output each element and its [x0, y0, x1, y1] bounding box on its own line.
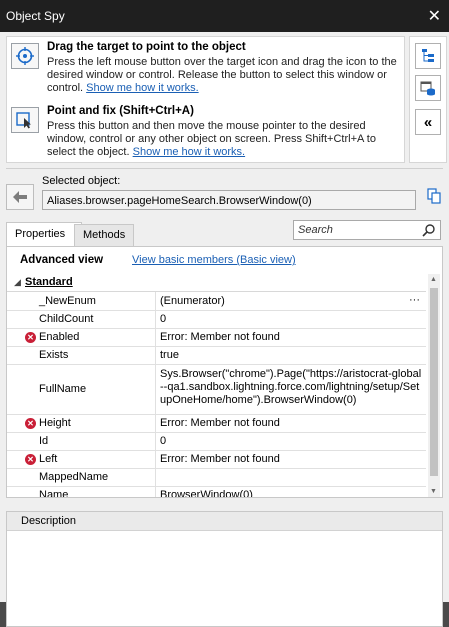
title-bar: Object Spy ✕	[0, 0, 449, 32]
category-standard[interactable]: ◢ Standard	[7, 274, 426, 292]
property-name: Enabled	[39, 331, 80, 343]
object-browser-icon	[420, 81, 435, 96]
property-value[interactable]: 0	[160, 435, 422, 448]
property-row[interactable]: ✕ Left Error: Member not found	[7, 450, 426, 469]
drag-show-me-link[interactable]: Show me how it works.	[86, 82, 198, 94]
properties-grid: Advanced view View basic members (Basic …	[6, 246, 443, 498]
property-name: Left	[39, 453, 58, 465]
right-toolbar: «	[409, 36, 447, 163]
point-and-fix-button[interactable]	[11, 107, 39, 133]
grid-header: Advanced view View basic members (Basic …	[7, 247, 442, 271]
property-name: Id	[39, 435, 49, 447]
selection-options: Drag the target to point to the object P…	[6, 36, 405, 163]
property-name: Height	[39, 417, 71, 429]
search-placeholder: Search	[298, 224, 333, 236]
property-name: ChildCount	[39, 313, 94, 325]
property-row[interactable]: ✕ Height Error: Member not found	[7, 414, 426, 433]
selected-object-label: Selected object:	[42, 175, 121, 187]
property-value[interactable]: 0	[160, 313, 422, 326]
property-value[interactable]: true	[160, 349, 422, 362]
object-spy-panel: Drag the target to point to the object P…	[0, 32, 449, 627]
column-divider	[155, 310, 156, 328]
property-row[interactable]: Exists true	[7, 346, 426, 365]
object-tree-icon	[422, 49, 434, 62]
property-row[interactable]: MappedName	[7, 468, 426, 487]
grid-scrollbar[interactable]: ▲ ▼	[428, 274, 440, 497]
property-value[interactable]: Error: Member not found	[160, 417, 422, 430]
property-name: FullName	[39, 383, 87, 395]
column-divider	[155, 468, 156, 486]
scroll-up-icon[interactable]: ▲	[430, 276, 437, 283]
description-title: Description	[21, 515, 77, 527]
divider	[6, 168, 443, 169]
copy-object-button[interactable]	[426, 184, 444, 208]
column-divider	[155, 486, 156, 497]
category-label: Standard	[25, 276, 73, 288]
column-divider	[155, 328, 156, 346]
search-input[interactable]: Search	[293, 220, 441, 240]
error-icon: ✕	[25, 332, 36, 343]
property-value[interactable]: BrowserWindow(0)	[160, 489, 422, 497]
back-button[interactable]	[6, 184, 34, 210]
collapse-icon[interactable]: «	[415, 109, 441, 135]
column-divider	[155, 346, 156, 364]
copy-icon	[427, 188, 441, 204]
scroll-down-icon[interactable]: ▼	[430, 488, 437, 495]
drag-option-heading: Drag the target to point to the object	[47, 41, 246, 53]
point-show-me-link[interactable]: Show me how it works.	[133, 146, 245, 158]
property-value[interactable]: Error: Member not found	[160, 331, 422, 344]
property-name: Name	[39, 489, 69, 498]
arrow-left-icon	[13, 191, 27, 203]
property-value[interactable]: Sys.Browser("chrome").Page("https://aris…	[160, 368, 422, 407]
column-divider	[155, 292, 156, 310]
point-option: Point and fix (Shift+Ctrl+A) Press this …	[47, 105, 401, 159]
tab-properties[interactable]: Properties	[6, 222, 82, 247]
error-icon: ✕	[25, 454, 36, 465]
property-row[interactable]: Name BrowserWindow(0)	[7, 486, 426, 498]
drag-option: Drag the target to point to the object P…	[47, 41, 401, 95]
object-browser-button[interactable]	[415, 75, 441, 101]
drag-target-button[interactable]	[11, 43, 39, 69]
property-row[interactable]: ChildCount 0	[7, 310, 426, 329]
error-icon: ✕	[25, 418, 36, 429]
column-divider	[155, 432, 156, 450]
column-divider	[155, 414, 156, 432]
crosshair-icon	[16, 47, 34, 65]
property-value[interactable]: Error: Member not found	[160, 453, 422, 466]
basic-view-link[interactable]: View basic members (Basic view)	[132, 254, 296, 266]
window-title: Object Spy	[6, 9, 65, 23]
property-name: _NewEnum	[39, 295, 96, 307]
column-divider	[155, 364, 156, 414]
property-name: MappedName	[39, 471, 109, 483]
close-icon[interactable]: ✕	[428, 6, 441, 26]
selected-object-field[interactable]: Aliases.browser.pageHomeSearch.BrowserWi…	[42, 190, 416, 210]
description-panel: Description	[6, 511, 443, 627]
property-row[interactable]: ✕ Enabled Error: Member not found	[7, 328, 426, 347]
tab-methods[interactable]: Methods	[74, 224, 134, 247]
object-tree-button[interactable]	[415, 43, 441, 69]
more-options-icon[interactable]: ···	[409, 294, 420, 306]
property-name: Exists	[39, 349, 69, 361]
description-header: Description	[7, 512, 442, 531]
property-row[interactable]: FullName Sys.Browser("chrome").Page("http…	[7, 364, 426, 415]
scrollbar-thumb[interactable]	[430, 288, 438, 476]
chevron-down-icon: ◢	[14, 277, 21, 287]
search-icon	[422, 224, 435, 237]
view-title: Advanced view	[20, 254, 104, 266]
property-row[interactable]: Id 0	[7, 432, 426, 451]
column-divider	[155, 450, 156, 468]
point-option-heading: Point and fix (Shift+Ctrl+A)	[47, 105, 194, 117]
pointer-window-icon	[16, 112, 31, 129]
property-value[interactable]: (Enumerator)	[160, 295, 422, 308]
property-row[interactable]: _NewEnum (Enumerator) ···	[7, 292, 426, 311]
